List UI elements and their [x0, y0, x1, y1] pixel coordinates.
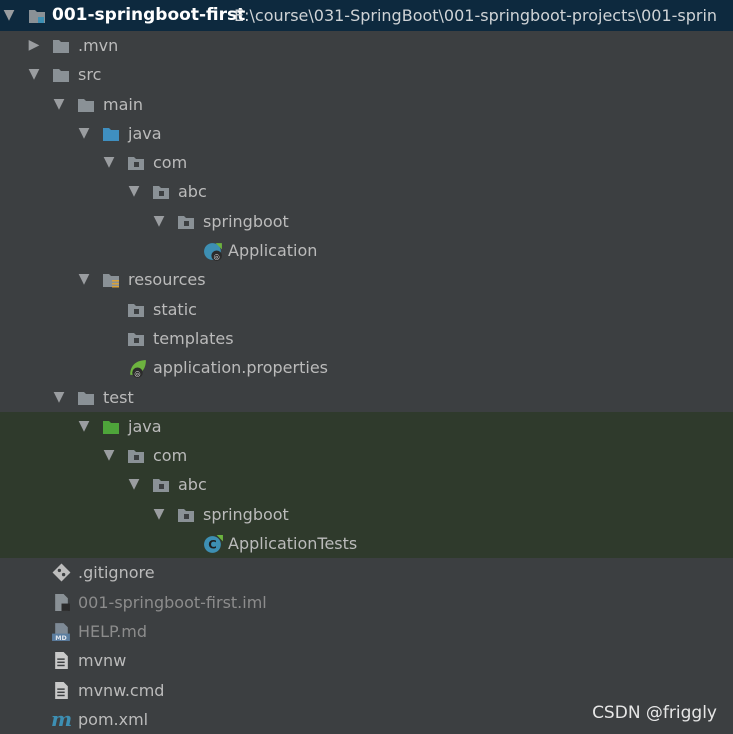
- text-file-icon: [52, 651, 71, 670]
- tree-label: src: [78, 65, 102, 85]
- tree-label: abc: [178, 182, 207, 202]
- module-file-icon: [52, 593, 71, 612]
- folder-icon: [52, 38, 70, 54]
- tree-row-mvn[interactable]: ▶ .mvn: [0, 31, 733, 60]
- tree-row-main-springboot[interactable]: ▼ springboot: [0, 207, 733, 236]
- chevron-down-icon[interactable]: ▼: [127, 177, 141, 206]
- tree-row-test-abc[interactable]: ▼ abc: [0, 470, 733, 500]
- tree-row-src[interactable]: ▼ src: [0, 60, 733, 89]
- tree-label: .mvn: [78, 36, 119, 55]
- tree-label: Application: [228, 241, 318, 261]
- folder-icon: [77, 97, 95, 113]
- chevron-down-icon[interactable]: ▼: [127, 470, 141, 499]
- chevron-down-icon[interactable]: ▼: [27, 60, 41, 89]
- tree-row-main[interactable]: ▼ main: [0, 90, 733, 119]
- chevron-down-icon[interactable]: ▼: [152, 500, 166, 529]
- tree-label: 001-springboot-first.iml: [78, 592, 267, 612]
- package-icon: [127, 331, 145, 347]
- tree-row-test-java[interactable]: ▼ java: [0, 411, 733, 442]
- tree-label: abc: [178, 475, 207, 495]
- spring-properties-icon: [127, 358, 148, 379]
- tree-label: java: [128, 123, 162, 143]
- test-folder-icon: [102, 419, 120, 435]
- tree-row-main-java[interactable]: ▼ java: [0, 119, 733, 148]
- tree-label: com: [153, 153, 188, 173]
- tree-row-gitignore[interactable]: .gitignore: [0, 558, 733, 587]
- tree-label: HELP.md: [78, 621, 148, 641]
- git-icon: [52, 563, 71, 582]
- folder-icon: [77, 390, 95, 406]
- tree-label: java: [128, 416, 162, 436]
- chevron-down-icon[interactable]: ▼: [102, 148, 116, 177]
- tree-label: static: [153, 299, 197, 319]
- tree-row-application-properties[interactable]: application.properties: [0, 353, 733, 382]
- source-folder-icon: [102, 126, 120, 142]
- tree-row-mvnw-cmd[interactable]: mvnw.cmd: [0, 676, 733, 705]
- tree-row-project-root[interactable]: ▼ 001-springboot-first E:\course\031-Spr…: [0, 0, 733, 31]
- tree-row-resources[interactable]: ▼ resources: [0, 265, 733, 294]
- chevron-down-icon[interactable]: ▼: [102, 441, 116, 470]
- tree-label: ApplicationTests: [228, 534, 358, 554]
- test-class-icon: [203, 534, 224, 555]
- tree-row-help[interactable]: HELP.md: [0, 617, 733, 646]
- tree-label: test: [103, 387, 134, 407]
- resources-folder-icon: [102, 272, 120, 288]
- tree-row-application-tests[interactable]: ApplicationTests: [0, 529, 733, 559]
- tree-row-templates[interactable]: templates: [0, 324, 733, 353]
- tree-row-main-abc[interactable]: ▼ abc: [0, 177, 733, 206]
- module-folder-icon: [28, 8, 46, 24]
- chevron-right-icon[interactable]: ▶: [27, 31, 41, 60]
- package-icon: [127, 302, 145, 318]
- tree-label: resources: [128, 270, 206, 290]
- tree-label: pom.xml: [78, 709, 149, 729]
- folder-icon: [52, 67, 70, 83]
- tree-row-application[interactable]: Application: [0, 236, 733, 265]
- tree-label: mvnw.cmd: [78, 680, 165, 700]
- package-icon: [177, 214, 195, 230]
- tree-label: main: [103, 94, 143, 114]
- package-icon: [152, 477, 170, 493]
- chevron-down-icon[interactable]: ▼: [52, 383, 66, 412]
- spring-boot-class-icon: [203, 241, 224, 262]
- tree-label: .gitignore: [78, 563, 155, 583]
- project-path: E:\course\031-SpringBoot\001-springboot-…: [234, 6, 718, 25]
- chevron-down-icon[interactable]: ▼: [152, 207, 166, 236]
- project-name: 001-springboot-first: [52, 5, 246, 25]
- tree-row-mvnw[interactable]: mvnw: [0, 646, 733, 675]
- chevron-down-icon[interactable]: ▼: [77, 119, 91, 148]
- package-icon: [127, 448, 145, 464]
- tree-row-test[interactable]: ▼ test: [0, 383, 733, 412]
- tree-row-static[interactable]: static: [0, 295, 733, 324]
- chevron-down-icon[interactable]: ▼: [77, 265, 91, 294]
- tree-row-main-com[interactable]: ▼ com: [0, 148, 733, 177]
- project-tree: ▼ 001-springboot-first E:\course\031-Spr…: [0, 0, 733, 734]
- text-file-icon: [52, 681, 71, 700]
- chevron-down-icon[interactable]: ▼: [2, 0, 16, 31]
- chevron-down-icon[interactable]: ▼: [52, 90, 66, 119]
- package-icon: [177, 507, 195, 523]
- chevron-down-icon[interactable]: ▼: [77, 412, 91, 441]
- tree-row-iml[interactable]: 001-springboot-first.iml: [0, 588, 733, 617]
- tree-row-test-springboot[interactable]: ▼ springboot: [0, 499, 733, 530]
- tree-label: mvnw: [78, 651, 127, 671]
- tree-label: springboot: [203, 504, 289, 524]
- package-icon: [152, 184, 170, 200]
- watermark: CSDN @friggly: [592, 703, 717, 723]
- maven-icon: m: [51, 706, 73, 731]
- tree-row-test-com[interactable]: ▼ com: [0, 441, 733, 471]
- markdown-icon: [51, 622, 72, 641]
- tree-label: application.properties: [153, 358, 328, 378]
- tree-label: com: [153, 446, 188, 466]
- tree-label: templates: [153, 328, 234, 348]
- tree-label: springboot: [203, 211, 289, 231]
- package-icon: [127, 155, 145, 171]
